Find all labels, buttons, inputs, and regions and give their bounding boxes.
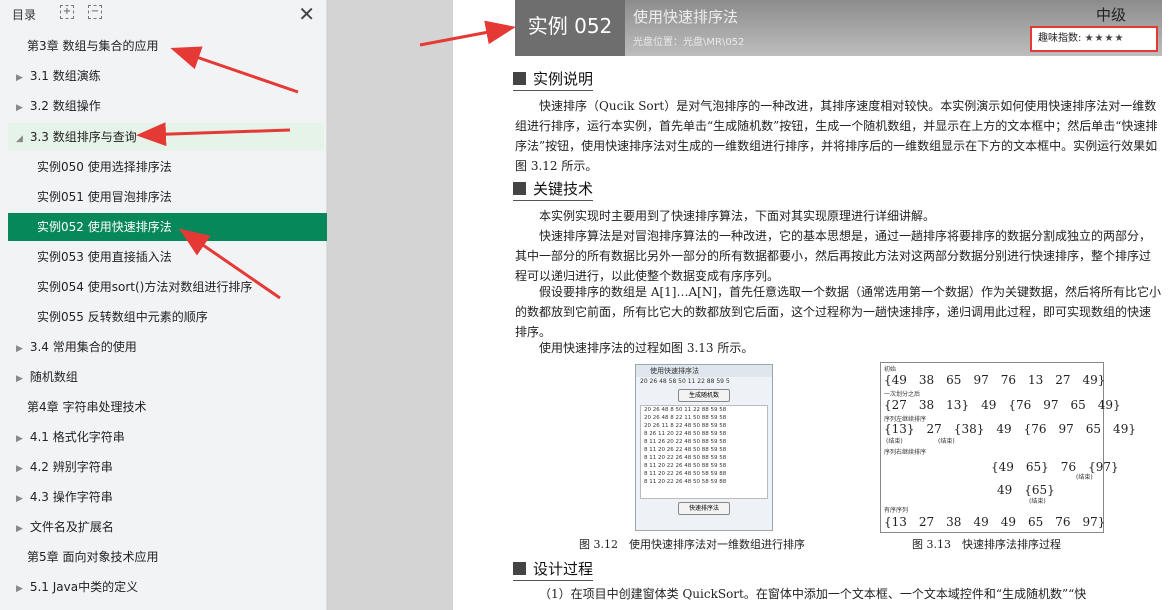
figure-3-12-window: 使用快速排序法 20 26 48 58 50 11 22 88 59 5 生成随… (635, 364, 773, 531)
expand-arrow-icon[interactable]: ▶ (16, 94, 26, 122)
square-bullet-icon (513, 72, 526, 85)
step-label: 序列右继续排序 (884, 449, 927, 456)
expand-arrow-icon[interactable]: ▶ (16, 515, 26, 543)
sort-step-row: 49 {65} (997, 483, 1055, 497)
section-heading-desc: 实例说明 (513, 68, 594, 91)
key-paragraph-1: 本实例实现时主要用到了快速排序算法，下面对其实现原理进行详细讲解。 (539, 209, 936, 223)
step-label: (结束) (938, 438, 955, 445)
close-icon[interactable]: ✕ (298, 2, 315, 26)
toc-item-label: 实例051 使用冒泡排序法 (37, 190, 172, 204)
example-banner: 实例 052 使用快速排序法 光盘位置：光盘\MR\052 中级 趣味指数: ★… (515, 0, 1162, 56)
toc-item-3-4[interactable]: ▶ 3.4 常用集合的使用 (8, 333, 324, 361)
fun-index-box: 趣味指数: ★★★★ (1030, 26, 1158, 52)
sidebar-header: 目录 + − ✕ (0, 0, 327, 28)
page-gutter (327, 0, 453, 610)
toc-item-3-2[interactable]: ▶ 3.2 数组操作 (8, 92, 324, 120)
toc-item-label: 实例050 使用选择排序法 (37, 160, 172, 174)
figure-3-12-caption: 图 3.12 使用快速排序法对一维数组进行排序 (579, 538, 805, 551)
collapse-icon[interactable]: − (88, 5, 102, 19)
toc-item-053[interactable]: 实例053 使用直接插入法 (8, 243, 345, 271)
expand-arrow-icon[interactable]: ▶ (16, 365, 26, 393)
step-label: (结束) (886, 438, 903, 445)
expand-arrow-icon[interactable]: ▶ (16, 425, 26, 453)
expand-icon[interactable]: + (60, 5, 74, 19)
collapse-arrow-icon[interactable]: ◢ (16, 125, 26, 153)
square-bullet-icon (513, 182, 526, 195)
toc-item-label: 3.4 常用集合的使用 (29, 340, 137, 354)
sort-step-row: {13} 27 {38} 49 {76 97 65 49} (884, 422, 1136, 436)
toc-item-3-3[interactable]: ◢ 3.3 数组排序与查询 (8, 123, 324, 151)
disc-location: 光盘位置：光盘\MR\052 (633, 37, 745, 48)
example-title: 使用快速排序法 (633, 8, 739, 26)
toc-item-050[interactable]: 实例050 使用选择排序法 (8, 153, 345, 181)
key-paragraph-4: 使用快速排序法的过程如图 3.13 所示。 (539, 341, 754, 355)
toc-item-label: 3.3 数组排序与查询 (29, 130, 137, 144)
toc-item-052-active[interactable]: 实例052 使用快速排序法 (8, 213, 345, 241)
desc-paragraph: 快速排序（Qucik Sort）是对气泡排序的一种改进，其排序速度相对较快。本实… (515, 99, 1158, 173)
toc-item-label: 第4章 字符串处理技术 (27, 400, 147, 414)
toc-item-054[interactable]: 实例054 使用sort()方法对数组进行排序 (8, 273, 345, 301)
toc-item-label: 4.3 操作字符串 (29, 490, 113, 504)
toc-sidebar: 目录 + − ✕ 第3章 数组与集合的应用 ▶ 3.1 数组演练 ▶ 3.2 数… (0, 0, 345, 610)
toc-item-label: 实例054 使用sort()方法对数组进行排序 (37, 280, 253, 294)
toc-item-random-array[interactable]: ▶ 随机数组 (8, 363, 324, 391)
generate-random-button: 生成随机数 (678, 389, 730, 402)
expand-arrow-icon[interactable]: ▶ (16, 485, 26, 513)
sidebar-title: 目录 (12, 8, 37, 22)
square-bullet-icon (513, 562, 526, 575)
sort-step-row: {27 38 13} 49 {76 97 65 49} (884, 398, 1121, 412)
toc-item-4-3[interactable]: ▶ 4.3 操作字符串 (8, 483, 324, 511)
toc-item-chapter5[interactable]: 第5章 面向对象技术应用 (8, 543, 335, 571)
toc-item-label: 4.1 格式化字符串 (29, 430, 125, 444)
toc-item-051[interactable]: 实例051 使用冒泡排序法 (8, 183, 345, 211)
toc-item-4-2[interactable]: ▶ 4.2 辨别字符串 (8, 453, 324, 481)
toc-item-label: 实例052 使用快速排序法 (37, 220, 172, 234)
step-label: (结束) (1029, 498, 1046, 505)
sort-step-row: {13 27 38 49 49 65 76 97} (884, 515, 1106, 529)
sort-step-row: {49 38 65 97 76 13 27 49} (884, 373, 1106, 387)
figure-3-13-caption: 图 3.13 快速排序法排序过程 (912, 538, 1061, 551)
section-heading-design: 设计过程 (513, 558, 594, 581)
design-paragraph-1: （1）在项目中创建窗体类 QuickSort。在窗体中添加一个文本框、一个文本域… (539, 587, 1087, 601)
toc-item-label: 文件名及扩展名 (29, 520, 114, 534)
toc-item-chapter3[interactable]: 第3章 数组与集合的应用 (8, 32, 335, 60)
toc-item-label: 5.1 Java中类的定义 (29, 580, 139, 594)
toc-item-label: 3.2 数组操作 (29, 99, 101, 113)
toc-item-5-1[interactable]: ▶ 5.1 Java中类的定义 (8, 573, 324, 601)
fun-index-label: 趣味指数: (1038, 33, 1082, 44)
random-array-field: 20 26 48 58 50 11 22 88 59 5 (640, 378, 730, 385)
expand-arrow-icon[interactable]: ▶ (16, 455, 26, 483)
quick-sort-button: 快速排序法 (678, 502, 730, 515)
toc-item-label: 实例053 使用直接插入法 (37, 250, 172, 264)
example-number: 实例 052 (515, 0, 625, 56)
step-label: (结束) (1076, 474, 1093, 481)
key-paragraph-2: 快速排序算法是对冒泡排序算法的一种改进，它的基本思想是，通过一趟排序将要排序的数… (515, 229, 1152, 283)
toc-item-chapter4[interactable]: 第4章 字符串处理技术 (8, 393, 335, 421)
toc-item-label: 第3章 数组与集合的应用 (27, 39, 159, 53)
section-heading-key: 关键技术 (513, 178, 594, 201)
sorted-text-area: 20 26 48 8 50 11 22 88 59 58 20 26 48 8 … (640, 405, 768, 499)
star-rating-icon: ★★★★ (1084, 33, 1125, 44)
toc-item-label: 4.2 辨别字符串 (29, 460, 113, 474)
expand-arrow-icon[interactable]: ▶ (16, 575, 26, 603)
toc-item-filename[interactable]: ▶ 文件名及扩展名 (8, 513, 324, 541)
toc-item-4-1[interactable]: ▶ 4.1 格式化字符串 (8, 423, 324, 451)
difficulty-level: 中级 (1095, 6, 1126, 24)
expand-arrow-icon[interactable]: ▶ (16, 64, 26, 92)
key-paragraph-3: 假设要排序的数组是 A[1]…A[N]，首先任意选取一个数据（通常选用第一个数据… (515, 285, 1162, 339)
document-page: 实例 052 使用快速排序法 光盘位置：光盘\MR\052 中级 趣味指数: ★… (453, 0, 1173, 610)
toc-item-3-1[interactable]: ▶ 3.1 数组演练 (8, 62, 324, 90)
expand-arrow-icon[interactable]: ▶ (16, 335, 26, 363)
toc-item-label: 实例055 反转数组中元素的顺序 (37, 310, 208, 324)
toc-item-label: 随机数组 (29, 370, 78, 384)
toc-item-label: 3.1 数组演练 (29, 69, 101, 83)
figure-3-13-diagram: 初始 {49 38 65 97 76 13 27 49} 一次划分之后 {27 … (880, 362, 1136, 533)
toc-item-055[interactable]: 实例055 反转数组中元素的顺序 (8, 303, 345, 331)
toc-item-label: 第5章 面向对象技术应用 (27, 550, 159, 564)
sort-step-row: {49 65} 76 {97} (991, 460, 1119, 474)
window-title: 使用快速排序法 (636, 365, 772, 377)
